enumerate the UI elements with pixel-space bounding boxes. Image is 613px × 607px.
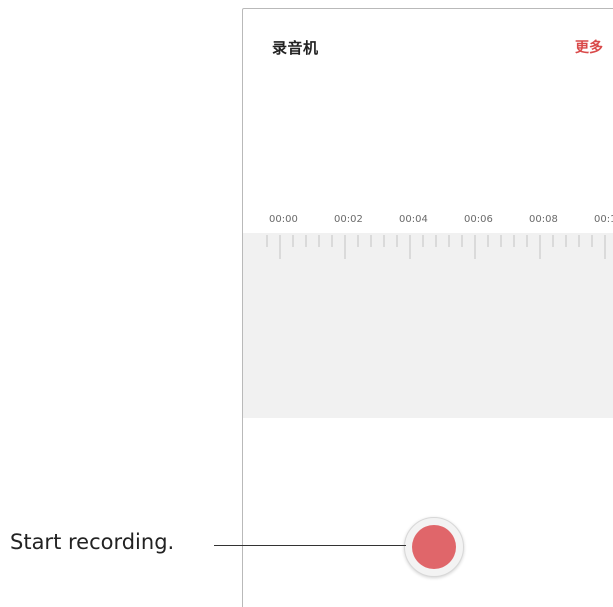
callout-label: Start recording. (10, 530, 175, 554)
stage: 录音机 更多 00:00 00:02 00:04 00:06 00:08 00:1 Sta… (0, 0, 613, 607)
timeline-label: 00:1 (594, 214, 613, 225)
controls-area (243, 418, 613, 607)
timeline-label: 00:04 (399, 214, 428, 225)
app-header: 录音机 更多 (243, 9, 613, 79)
app-title: 录音机 (272, 39, 319, 57)
timeline-label: 00:00 (269, 214, 298, 225)
timeline-ticks (266, 235, 606, 259)
more-button[interactable]: 更多 (575, 37, 603, 57)
record-icon (412, 525, 456, 569)
timeline-label: 00:08 (529, 214, 558, 225)
record-button[interactable] (404, 517, 464, 577)
phone-screen: 录音机 更多 00:00 00:02 00:04 00:06 00:08 00:1 (242, 8, 613, 607)
timeline-label: 00:06 (464, 214, 493, 225)
timeline-label: 00:02 (334, 214, 363, 225)
timeline-ruler (266, 235, 606, 259)
callout-leader-line (214, 545, 406, 546)
